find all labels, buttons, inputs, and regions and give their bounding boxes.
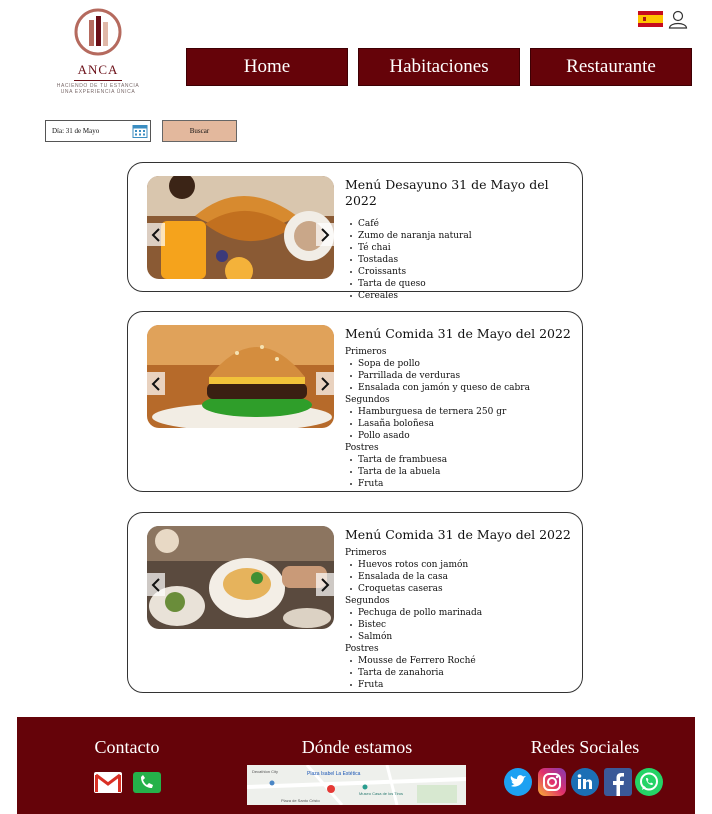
menu-title: Menú Comida 31 de Mayo del 2022 xyxy=(345,527,571,542)
list-item: Tarta de queso xyxy=(345,278,574,290)
list-item: Café xyxy=(345,218,574,230)
list-item: Pechuga de pollo marinada xyxy=(345,607,574,619)
list-item: Tarta de la abuela xyxy=(345,466,574,478)
list-item: Pollo asado xyxy=(345,430,574,442)
list-item: Cereales xyxy=(345,290,574,302)
chevron-right-icon xyxy=(321,376,330,391)
list-item: Sopa de pollo xyxy=(345,358,574,370)
map-label: Decathlon City xyxy=(252,769,278,774)
list-item: Fruta xyxy=(345,478,574,490)
section-heading: Primeros xyxy=(345,548,387,558)
user-icon[interactable] xyxy=(668,9,688,29)
chevron-left-icon xyxy=(151,376,160,391)
carousel-next-button[interactable] xyxy=(316,372,334,395)
logo-icon xyxy=(74,8,122,56)
map-label: Plaza Isabel La Estética xyxy=(307,771,361,777)
list-item: Mousse de Ferrero Roché xyxy=(345,655,574,667)
list-item: Té chai xyxy=(345,242,574,254)
list-item: Tarta de frambuesa xyxy=(345,454,574,466)
logo-divider xyxy=(74,80,122,81)
breakfast-image xyxy=(147,176,334,279)
carousel-prev-button[interactable] xyxy=(147,372,165,395)
list-item: Zumo de naranja natural xyxy=(345,230,574,242)
date-input[interactable]: Día: 31 de Mayo xyxy=(45,120,151,142)
section-heading: Segundos xyxy=(345,596,390,606)
logo-tagline-2: UNA EXPERIENCIA ÚNICA xyxy=(60,89,136,95)
chevron-right-icon xyxy=(321,227,330,242)
chevron-left-icon xyxy=(151,577,160,592)
list-item: Ensalada con jamón y queso de cabra xyxy=(345,382,574,394)
list-item: Lasaña boloñesa xyxy=(345,418,574,430)
instagram-icon[interactable] xyxy=(538,768,566,796)
menu-card-breakfast: Menú Desayuno 31 de Mayo del 2022 Café Z… xyxy=(127,162,583,301)
map-label: Museo Casa de los Tiros xyxy=(359,791,403,796)
pasta-image xyxy=(147,526,334,629)
list-item: Croissants xyxy=(345,266,574,278)
footer: Contacto Dónde estamos Redes Sociales Pl… xyxy=(17,717,695,814)
list-item: Hamburguesa de ternera 250 gr xyxy=(345,406,574,418)
carousel-prev-button[interactable] xyxy=(147,573,165,596)
menu-card-lunch-1: Menú Comida 31 de Mayo del 2022 Primeros… xyxy=(127,311,583,492)
logo-name: ANCA xyxy=(77,62,119,77)
date-input-value: Día: 31 de Mayo xyxy=(52,127,100,135)
phone-icon[interactable] xyxy=(133,772,161,793)
list-item: Croquetas caseras xyxy=(345,583,574,595)
chevron-right-icon xyxy=(321,577,330,592)
chevron-left-icon xyxy=(151,227,160,242)
list-item: Huevos rotos con jamón xyxy=(345,559,574,571)
nav-habitaciones-button[interactable]: Habitaciones xyxy=(358,48,520,86)
location-title: Dónde estamos xyxy=(301,737,413,757)
carousel-next-button[interactable] xyxy=(316,573,334,596)
list-item: Tostadas xyxy=(345,254,574,266)
social-title: Redes Sociales xyxy=(530,737,640,757)
facebook-icon[interactable] xyxy=(604,768,632,796)
breakfast-photo xyxy=(147,176,334,279)
list-item: Tarta de zanahoria xyxy=(345,667,574,679)
nav-restaurante-button[interactable]: Restaurante xyxy=(530,48,692,86)
calendar-icon[interactable] xyxy=(132,123,148,139)
menu-title: Menú Desayuno 31 de Mayo del 2022 xyxy=(345,177,549,208)
linkedin-icon[interactable] xyxy=(571,768,599,796)
gmail-icon[interactable] xyxy=(94,772,122,793)
map-label: Plaza de Santo Cristo xyxy=(281,798,320,803)
list-item: Salmón xyxy=(345,631,574,643)
search-button[interactable]: Buscar xyxy=(162,120,237,142)
section-heading: Postres xyxy=(345,644,379,654)
map-image: Plaza Isabel La Estética Decathlon City … xyxy=(247,765,466,805)
list-item: Fruta xyxy=(345,679,574,691)
burger-photo xyxy=(147,325,334,428)
burger-image xyxy=(147,325,334,428)
menu-title: Menú Comida 31 de Mayo del 2022 xyxy=(345,326,571,341)
logo[interactable]: ANCA HACIENDO DE TU ESTANCIA UNA EXPERIE… xyxy=(48,8,148,98)
menu-card-lunch-2: Menú Comida 31 de Mayo del 2022 Primeros… xyxy=(127,512,583,693)
whatsapp-icon[interactable] xyxy=(635,768,663,796)
twitter-icon[interactable] xyxy=(504,768,532,796)
spain-flag-icon[interactable] xyxy=(638,11,663,27)
pasta-photo xyxy=(147,526,334,629)
section-heading: Segundos xyxy=(345,395,390,405)
section-heading: Postres xyxy=(345,443,379,453)
list-item: Bistec xyxy=(345,619,574,631)
contact-title: Contacto xyxy=(94,737,160,757)
list-item: Ensalada de la casa xyxy=(345,571,574,583)
list-item: Parrillada de verduras xyxy=(345,370,574,382)
location-map[interactable]: Plaza Isabel La Estética Decathlon City … xyxy=(247,765,466,805)
carousel-prev-button[interactable] xyxy=(147,223,165,246)
section-heading: Primeros xyxy=(345,347,387,357)
carousel-next-button[interactable] xyxy=(316,223,334,246)
nav-home-button[interactable]: Home xyxy=(186,48,348,86)
